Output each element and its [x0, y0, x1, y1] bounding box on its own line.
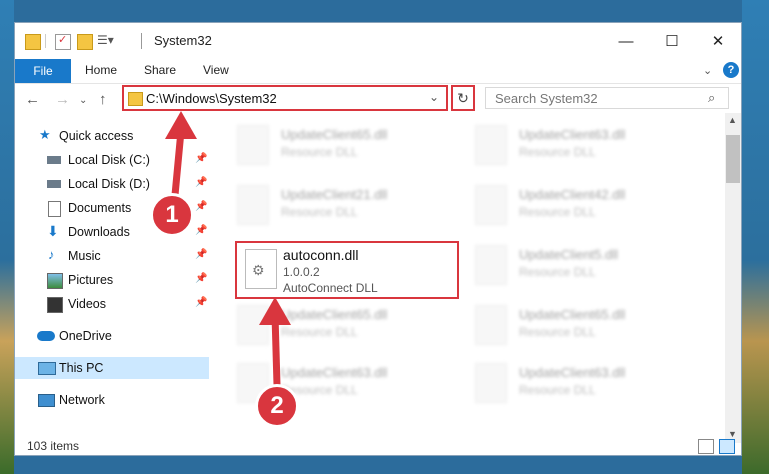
file-explorer-window: ✓ ☰▾ System32 — ☐ ✕ File Home Share View… — [14, 22, 742, 456]
callout-arrows — [165, 111, 291, 386]
arrow-2-head — [259, 297, 291, 325]
arrow-1 — [171, 130, 185, 196]
desktop-background — [0, 0, 14, 474]
callout-badge-2: 2 — [255, 384, 299, 428]
callout-badge-1: 1 — [150, 193, 194, 237]
arrow-1-head — [165, 111, 197, 139]
desktop-background — [742, 0, 769, 474]
arrow-2 — [271, 314, 281, 386]
